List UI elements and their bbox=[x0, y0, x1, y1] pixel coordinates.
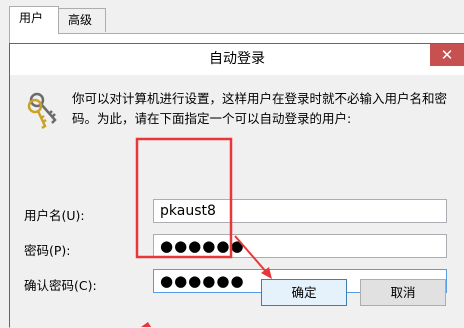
username-label: 用户名(U): bbox=[24, 208, 85, 223]
dialog-title: 自动登录 bbox=[209, 51, 265, 67]
password-label: 密码(P): bbox=[24, 243, 71, 258]
username-field[interactable]: pkaust8 bbox=[153, 199, 447, 223]
dialog-body: 你可以对计算机进行设置，这样用户在登录时就不必输入用户名和密码。为此，请在下面指… bbox=[10, 75, 464, 328]
tab-users[interactable]: 用户 bbox=[9, 6, 59, 34]
cancel-button[interactable]: 取消 bbox=[360, 279, 446, 306]
password-field[interactable]: ●●●●●● bbox=[153, 234, 447, 258]
title-bar: 自动登录 ✕ bbox=[10, 44, 464, 75]
tab-advanced[interactable]: 高级 bbox=[58, 8, 106, 32]
tab-strip: 用户 高级 bbox=[0, 0, 464, 328]
close-button[interactable]: ✕ bbox=[430, 44, 464, 66]
dialog-description: 你可以对计算机进行设置，这样用户在登录时就不必输入用户名和密码。为此，请在下面指… bbox=[72, 91, 448, 126]
keys-icon bbox=[27, 92, 57, 130]
ok-button[interactable]: 确定 bbox=[261, 279, 347, 306]
close-icon: ✕ bbox=[440, 46, 454, 64]
confirm-password-label: 确认密码(C): bbox=[24, 278, 97, 293]
auto-login-dialog: 自动登录 ✕ 你可以对计算机进行设置，这样用户在登录时就不必输入用户名和密码。为… bbox=[9, 43, 464, 328]
